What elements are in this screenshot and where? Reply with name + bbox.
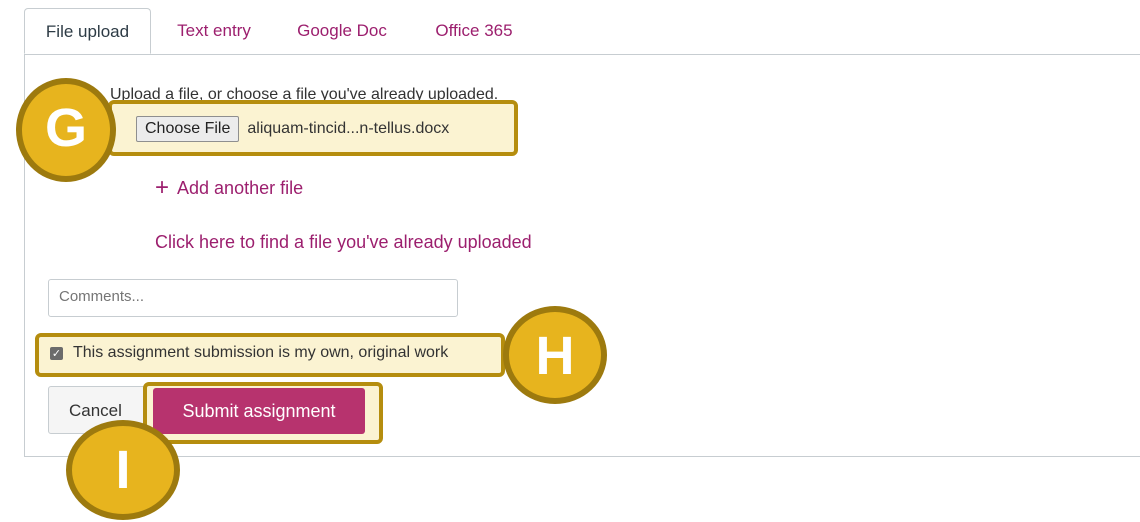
callout-badge-h: H (503, 306, 607, 404)
submit-assignment-button[interactable]: Submit assignment (153, 388, 365, 434)
agreement-checkbox[interactable]: ✓ (50, 346, 63, 360)
agreement-row: ✓ This assignment submission is my own, … (50, 344, 448, 362)
agreement-label: This assignment submission is my own, or… (73, 344, 449, 361)
file-input: Choose File aliquam-tincid...n-tellus.do… (136, 115, 449, 143)
selected-file-name: aliquam-tincid...n-tellus.docx (247, 120, 450, 137)
add-another-file-label: Add another file (177, 177, 304, 198)
tab-office-365[interactable]: Office 365 (419, 8, 529, 54)
add-another-file-link[interactable]: + Add another file (155, 176, 303, 200)
callout-badge-i: I (66, 420, 180, 520)
find-uploaded-file-link[interactable]: Click here to find a file you've already… (155, 232, 532, 253)
tab-google-doc[interactable]: Google Doc (282, 8, 402, 54)
choose-file-button[interactable]: Choose File (136, 116, 240, 142)
comments-field[interactable] (48, 279, 458, 317)
tab-file-upload[interactable]: File upload (24, 8, 151, 54)
callout-badge-g: G (16, 78, 116, 182)
plus-icon: + (155, 174, 170, 201)
tab-text-entry[interactable]: Text entry (159, 8, 269, 54)
submission-tabs: File upload Text entry Google Doc Office… (24, 8, 1140, 55)
